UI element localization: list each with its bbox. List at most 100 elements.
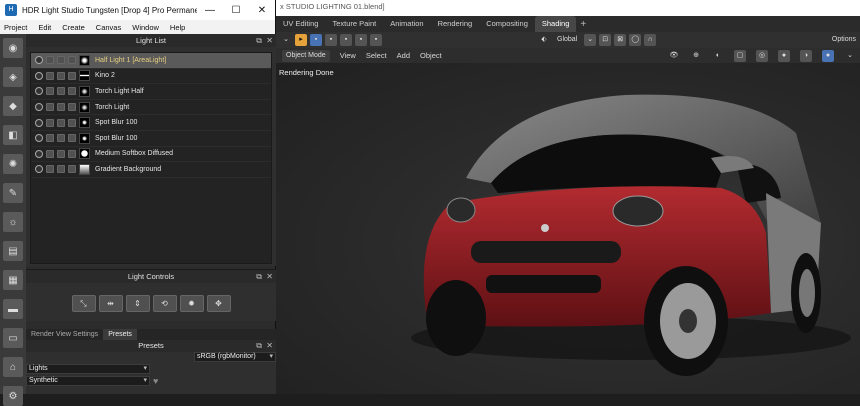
select-subtract-icon[interactable]: ▪ (340, 34, 352, 46)
group-toggle[interactable] (68, 71, 76, 80)
brightness-icon[interactable]: ✹ (179, 295, 204, 312)
solo-toggle[interactable] (46, 103, 54, 112)
group-toggle[interactable] (68, 118, 76, 127)
lock-toggle[interactable] (57, 165, 65, 174)
group-toggle[interactable] (68, 87, 76, 96)
light-row[interactable]: Spot Blur 100 (31, 115, 271, 131)
options-button[interactable]: Options (828, 34, 860, 46)
group-toggle[interactable] (68, 149, 76, 158)
visibility-toggle-icon[interactable] (35, 165, 43, 174)
move-h-icon[interactable]: ⇹ (98, 295, 123, 312)
float-panel-icon[interactable]: ⧉ (256, 340, 262, 352)
menu-edit[interactable]: Edit (38, 23, 51, 32)
menu-view[interactable]: View (340, 51, 356, 60)
group-toggle[interactable] (68, 56, 76, 65)
orientation-dropdown[interactable]: Global (553, 34, 581, 46)
gizmo-icon[interactable]: ⊕ (690, 50, 702, 62)
color-space-dropdown[interactable]: sRGB (rgbMonitor) ▾ (194, 352, 276, 362)
solo-toggle[interactable] (46, 87, 54, 96)
settings-icon[interactable]: ⚙ (3, 386, 23, 406)
subcategory-dropdown[interactable]: Synthetic ▾ (26, 376, 150, 386)
group-toggle[interactable] (68, 103, 76, 112)
close-button[interactable]: ✕ (249, 5, 275, 16)
light-row[interactable]: Spot Blur 100 (31, 131, 271, 147)
rotate-icon[interactable]: ⟲ (152, 295, 177, 312)
gradient-icon[interactable]: ▤ (3, 241, 23, 261)
shading-wire-icon[interactable]: ◎ (756, 49, 768, 62)
proportional-edit-icon[interactable]: ◯ (629, 34, 642, 46)
solo-toggle[interactable] (46, 118, 54, 127)
paint-light-icon[interactable]: ✎ (3, 183, 23, 203)
select-extend-icon[interactable]: ▪ (325, 34, 337, 46)
solo-toggle[interactable] (46, 165, 54, 174)
lock-toggle[interactable] (57, 118, 65, 127)
close-panel-icon[interactable]: ✕ (266, 270, 273, 283)
visibility-toggle-icon[interactable] (35, 87, 43, 96)
tab-presets[interactable]: Presets (103, 329, 137, 340)
spread-icon[interactable]: ✥ (206, 295, 231, 312)
camera-icon[interactable]: ⌂ (3, 357, 23, 377)
shading-solid-icon[interactable]: ● (778, 49, 790, 62)
lock-toggle[interactable] (57, 71, 65, 80)
ring-light-icon[interactable]: ✺ (3, 154, 23, 174)
tab-rendering[interactable]: Rendering (431, 16, 480, 32)
falloff-icon[interactable]: ∩ (644, 34, 657, 46)
float-panel-icon[interactable]: ⧉ (256, 34, 262, 47)
solo-toggle[interactable] (46, 134, 54, 143)
visibility-toggle-icon[interactable] (35, 134, 43, 143)
scale-icon[interactable]: ⤡ (71, 295, 96, 312)
shading-material-icon[interactable]: ◑ (800, 49, 812, 62)
tab-uv-editing[interactable]: UV Editing (276, 16, 325, 32)
tab-render-view-settings[interactable]: Render View Settings (26, 329, 103, 340)
menu-create[interactable]: Create (62, 23, 85, 32)
close-panel-icon[interactable]: ✕ (266, 34, 273, 47)
xray-icon[interactable]: ▢ (734, 49, 746, 62)
mode-dropdown[interactable]: Object Mode (282, 49, 330, 62)
tab-texture-paint[interactable]: Texture Paint (325, 16, 383, 32)
shading-rendered-icon[interactable]: ● (822, 49, 834, 62)
chevron-down-icon[interactable]: ⌄ (280, 34, 292, 46)
select-box-icon[interactable]: ▪ (310, 34, 322, 46)
visibility-toggle-icon[interactable] (35, 56, 43, 65)
tab-animation[interactable]: Animation (383, 16, 430, 32)
light-preset-icon[interactable]: ◉ (3, 38, 23, 58)
move-v-icon[interactable]: ⇕ (125, 295, 150, 312)
menu-add[interactable]: Add (397, 51, 410, 60)
sun-icon[interactable]: ☼ (3, 212, 23, 232)
solo-toggle[interactable] (46, 71, 54, 80)
close-panel-icon[interactable]: ✕ (266, 340, 273, 352)
visibility-toggle-icon[interactable] (35, 149, 43, 158)
visibility-toggle-icon[interactable] (35, 103, 43, 112)
light-row[interactable]: Gradient Background (31, 162, 271, 178)
light-row[interactable]: Torch Light Half (31, 84, 271, 100)
menu-canvas[interactable]: Canvas (96, 23, 121, 32)
select-intersect-icon[interactable]: ▪ (370, 34, 382, 46)
select-cursor-icon[interactable]: ▸ (295, 34, 307, 46)
snap-target-icon[interactable]: ⊠ (614, 34, 627, 46)
visibility-icon[interactable]: 👁 (668, 50, 680, 62)
float-panel-icon[interactable]: ⧉ (256, 270, 262, 283)
add-workspace-button[interactable]: + (576, 19, 590, 30)
select-invert-icon[interactable]: ▪ (355, 34, 367, 46)
minimize-button[interactable]: — (197, 5, 223, 16)
overlay-icon[interactable]: ◐ (712, 50, 724, 62)
menu-object[interactable]: Object (420, 51, 442, 60)
snap-icon[interactable]: ⊡ (599, 34, 612, 46)
lock-toggle[interactable] (57, 134, 65, 143)
rect-light-icon[interactable]: ▭ (3, 328, 23, 348)
tab-compositing[interactable]: Compositing (479, 16, 535, 32)
solo-toggle[interactable] (46, 56, 54, 65)
3d-viewport[interactable]: Rendering Done (276, 63, 860, 394)
light-row[interactable]: Torch Light (31, 100, 271, 116)
maximize-button[interactable]: ☐ (223, 5, 249, 16)
menu-select[interactable]: Select (366, 51, 387, 60)
solo-toggle[interactable] (46, 149, 54, 158)
shading-options-icon[interactable]: ⌄ (844, 50, 856, 62)
menu-project[interactable]: Project (4, 23, 27, 32)
group-toggle[interactable] (68, 165, 76, 174)
pivot-icon[interactable]: ⌄ (584, 34, 597, 46)
light-row[interactable]: Medium Softbox Diffused (31, 147, 271, 163)
heart-icon[interactable]: ♥ (153, 376, 158, 386)
tab-shading[interactable]: Shading (534, 16, 577, 32)
visibility-toggle-icon[interactable] (35, 118, 43, 127)
